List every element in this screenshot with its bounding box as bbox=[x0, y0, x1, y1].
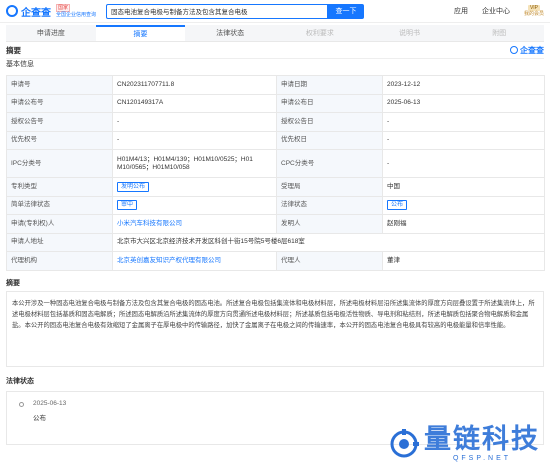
logo-text: 企查查 bbox=[21, 7, 51, 19]
publication-no-label: 申请公布号 bbox=[6, 93, 113, 113]
tab-description[interactable]: 说明书 bbox=[365, 25, 455, 41]
legal-status-title: 法律状态 bbox=[6, 377, 34, 385]
application-no-label: 申请号 bbox=[6, 75, 113, 95]
tab-legal-status[interactable]: 法律状态 bbox=[185, 25, 275, 41]
cpc-value: - bbox=[382, 149, 545, 178]
priority-date-label: 优先权日 bbox=[276, 130, 383, 150]
table-row: IPC分类号 H01M4/13；H01M4/139；H01M10/0525；H0… bbox=[6, 149, 545, 178]
simple-legal-status-label: 简单法律状态 bbox=[6, 195, 113, 215]
table-row: 优先权号 - 优先权日 - bbox=[6, 130, 545, 150]
timeline-dot-icon bbox=[19, 401, 24, 407]
table-row: 代理机构 北京英创嘉友知识产权代理有限公司 代理人 董津 bbox=[6, 251, 545, 271]
grant-date-value: - bbox=[382, 112, 545, 132]
ipc-line-1: H01M4/13；H01M4/139；H01M10/0525；H01 bbox=[117, 155, 253, 163]
ipc-line-2: M10/0565；H01M10/058 bbox=[117, 163, 190, 171]
application-no-value: CN202311707711.8 bbox=[112, 75, 277, 95]
grant-date-label: 授权公告日 bbox=[276, 112, 383, 132]
logo-sub-text: 全国企业信用查询 bbox=[56, 12, 97, 18]
legal-status-label: 法律状态 bbox=[276, 195, 383, 215]
basic-info-title: 基本信息 bbox=[6, 61, 34, 68]
ipc-label: IPC分类号 bbox=[6, 149, 113, 178]
priority-no-label: 优先权号 bbox=[6, 130, 113, 150]
logo[interactable]: 企查查 国家 全国企业信用查询 bbox=[6, 4, 96, 19]
table-row: 授权公告号 - 授权公告日 - bbox=[6, 112, 545, 132]
tab-drawings[interactable]: 附图 bbox=[454, 25, 544, 41]
application-date-label: 申请日期 bbox=[276, 75, 383, 95]
country-value: 中国 bbox=[382, 177, 545, 197]
agent-value: 董津 bbox=[382, 251, 545, 271]
publication-date-label: 申请公布日 bbox=[276, 93, 383, 113]
patent-type-badge: 发明公布 bbox=[117, 181, 150, 192]
brand-logo: 企查查 bbox=[510, 45, 544, 56]
vip-membership[interactable]: VIP 我的会员 bbox=[524, 5, 544, 17]
logo-tag: 国家 bbox=[56, 4, 71, 12]
applicant-link[interactable]: 小米汽车科技有限公司 bbox=[117, 220, 182, 227]
inventor-label: 发明人 bbox=[276, 214, 383, 234]
ipc-value: H01M4/13；H01M4/139；H01M10/0525；H01 M10/0… bbox=[112, 149, 277, 178]
vip-label: 我的会员 bbox=[523, 11, 544, 17]
legal-status-badge: 公布 bbox=[387, 200, 408, 211]
table-row: 申请(专利权)人 小米汽车科技有限公司 发明人 赵刚福 bbox=[6, 214, 545, 234]
menu-app[interactable]: 应用 bbox=[454, 6, 468, 16]
priority-no-value: - bbox=[112, 130, 277, 150]
table-row: 申请公布号 CN120149317A 申请公布日 2025-06-13 bbox=[6, 93, 545, 113]
table-row: 申请人地址 北京市大兴区北京经济技术开发区科创十街15号院5号楼6层618室 bbox=[6, 232, 545, 252]
address-value: 北京市大兴区北京经济技术开发区科创十街15号院5号楼6层618室 bbox=[112, 232, 545, 252]
tab-application-progress[interactable]: 申请进度 bbox=[6, 25, 96, 41]
agent-label: 代理人 bbox=[276, 251, 383, 271]
top-bar: 企查查 国家 全国企业信用查询 查一下 应用 企业中心 VIP 我的会员 bbox=[0, 0, 550, 23]
legal-status-timeline: 2025-06-13 公布 bbox=[6, 390, 544, 445]
tab-abstract[interactable]: 摘要 bbox=[95, 25, 186, 41]
section-title: 摘要 bbox=[6, 45, 21, 55]
table-row: 简单法律状态 审中 法律状态 公布 bbox=[6, 195, 545, 215]
table-row: 专利类型 发明公布 受理局 中国 bbox=[6, 177, 545, 197]
inventor-value: 赵刚福 bbox=[382, 214, 545, 234]
cpc-label: CPC分类号 bbox=[276, 149, 383, 178]
agency-label: 代理机构 bbox=[6, 251, 113, 271]
menu-enterprise-center[interactable]: 企业中心 bbox=[482, 6, 510, 16]
address-label: 申请人地址 bbox=[6, 232, 113, 252]
brand-logo-icon bbox=[510, 46, 518, 54]
simple-legal-status-badge: 审中 bbox=[117, 200, 138, 211]
search-button[interactable]: 查一下 bbox=[328, 3, 365, 19]
priority-date-value: - bbox=[382, 130, 545, 150]
agency-link[interactable]: 北京英创嘉友知识产权代理有限公司 bbox=[117, 257, 221, 264]
tab-claims[interactable]: 权利要求 bbox=[275, 25, 365, 41]
tab-bar: 申请进度 摘要 法律状态 权利要求 说明书 附图 bbox=[6, 25, 544, 42]
application-date-value: 2023-12-12 bbox=[382, 75, 545, 95]
search-input[interactable] bbox=[106, 3, 329, 19]
timeline-status: 公布 bbox=[33, 414, 46, 422]
abstract-title: 摘要 bbox=[6, 279, 20, 287]
abstract-text: 本公开涉及一种固态电池复合电极与制备方法及包含其复合电极的固态电池。所述复合电极… bbox=[6, 290, 544, 367]
grant-no-label: 授权公告号 bbox=[6, 112, 113, 132]
logo-subtitle: 国家 全国企业信用查询 bbox=[56, 4, 96, 18]
brand-logo-text: 企查查 bbox=[520, 45, 544, 55]
logo-icon bbox=[6, 5, 18, 17]
watermark-subtext: QFSP.NET bbox=[452, 455, 512, 462]
publication-date-value: 2025-06-13 bbox=[382, 93, 545, 113]
timeline-item: 2025-06-13 公布 bbox=[19, 400, 531, 422]
basic-info-table: 申请号 CN202311707711.8 申请日期 2023-12-12 申请公… bbox=[6, 75, 545, 271]
table-row: 申请号 CN202311707711.8 申请日期 2023-12-12 bbox=[6, 75, 545, 95]
applicant-label: 申请(专利权)人 bbox=[6, 214, 113, 234]
timeline-date: 2025-06-13 bbox=[33, 399, 67, 407]
section-header: 摘要 企查查 bbox=[0, 42, 550, 58]
publication-no-value: CN120149317A bbox=[112, 93, 277, 113]
patent-type-label: 专利类型 bbox=[6, 177, 113, 197]
country-label: 受理局 bbox=[276, 177, 383, 197]
grant-no-value: - bbox=[112, 112, 277, 132]
